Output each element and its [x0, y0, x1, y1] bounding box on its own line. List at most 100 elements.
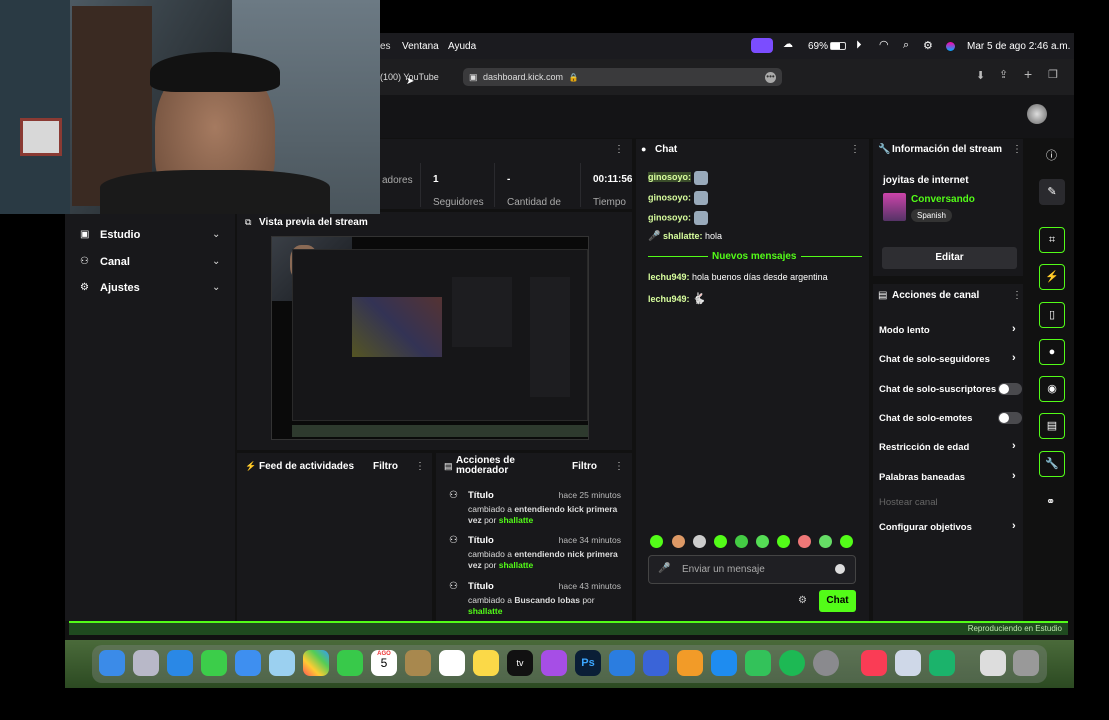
- slow-mode-item[interactable]: Modo lento: [879, 325, 930, 336]
- safari-icon[interactable]: [167, 650, 193, 676]
- preview-app-icon[interactable]: [895, 650, 921, 676]
- kebab-menu-icon[interactable]: ⋮: [415, 461, 425, 472]
- goals-item[interactable]: Configurar objetivos: [879, 522, 972, 533]
- wifi-icon[interactable]: ◠: [879, 38, 889, 51]
- kebab-menu-icon[interactable]: ⋮: [1012, 144, 1022, 155]
- banned-words-item[interactable]: Palabras baneadas: [879, 472, 965, 483]
- chat-input[interactable]: Enviar un mensaje: [682, 564, 765, 575]
- search-icon[interactable]: ⌕: [903, 39, 909, 52]
- menu-item-window[interactable]: Ventana: [402, 41, 439, 52]
- emote-icon[interactable]: [777, 535, 790, 548]
- chevron-right-icon[interactable]: ›: [1012, 440, 1016, 452]
- kebab-menu-icon[interactable]: ⋮: [614, 461, 624, 472]
- moderator-filter-button[interactable]: Filtro: [572, 461, 597, 472]
- stream-category[interactable]: Conversando: [911, 194, 975, 205]
- reminders-icon[interactable]: [439, 650, 465, 676]
- sidebar-item-ajustes[interactable]: Ajustes: [100, 282, 140, 294]
- sidebar-item-canal[interactable]: Canal: [100, 256, 130, 268]
- chevron-down-icon[interactable]: ⌄: [212, 282, 220, 293]
- address-bar[interactable]: ▣ dashboard.kick.com 🔒 •••: [463, 68, 782, 86]
- launchpad-icon[interactable]: [133, 650, 159, 676]
- broadcast-icon[interactable]: ◉: [1039, 376, 1065, 402]
- sidebar-item-estudio[interactable]: Estudio: [100, 229, 140, 241]
- emote-icon[interactable]: [693, 535, 706, 548]
- creative-cloud-icon[interactable]: ☁: [783, 39, 793, 50]
- contacts-icon[interactable]: [405, 650, 431, 676]
- emote-icon[interactable]: [819, 535, 832, 548]
- menu-item-view[interactable]: es: [380, 41, 391, 52]
- chevron-right-icon[interactable]: ›: [1012, 470, 1016, 482]
- avatar[interactable]: [1027, 104, 1047, 124]
- activity-filter-button[interactable]: Filtro: [373, 461, 398, 472]
- emote-icon[interactable]: [798, 535, 811, 548]
- chevron-right-icon[interactable]: ›: [1012, 323, 1016, 335]
- download-icon[interactable]: ⬇: [976, 69, 985, 82]
- clock[interactable]: Mar 5 de ago 2:46 a.m.: [967, 41, 1070, 52]
- emote-icon[interactable]: [735, 535, 748, 548]
- emoji-icon[interactable]: [835, 564, 845, 574]
- panel-icon[interactable]: ▤: [1039, 413, 1065, 439]
- connections-icon[interactable]: ⚭: [1046, 495, 1055, 508]
- chevron-right-icon[interactable]: ›: [1012, 352, 1016, 364]
- lightning-icon[interactable]: ⚡: [1039, 264, 1065, 290]
- obs-icon[interactable]: [929, 650, 955, 676]
- finder-icon[interactable]: [99, 650, 125, 676]
- testflight-icon[interactable]: [643, 650, 669, 676]
- downloads-folder-icon[interactable]: [980, 650, 1006, 676]
- emote-icon[interactable]: [714, 535, 727, 548]
- share-icon[interactable]: ⇪: [999, 68, 1008, 81]
- wrench-icon[interactable]: 🔧: [1039, 451, 1065, 477]
- maps-icon[interactable]: [269, 650, 295, 676]
- tab-overview-icon[interactable]: ❐: [1048, 68, 1058, 81]
- document-icon[interactable]: ▯: [1039, 302, 1065, 328]
- numbers-icon[interactable]: [745, 650, 771, 676]
- mail-icon[interactable]: [235, 650, 261, 676]
- podcasts-icon[interactable]: [541, 650, 567, 676]
- photos-icon[interactable]: [303, 650, 329, 676]
- pencil-icon[interactable]: ✎: [1039, 179, 1065, 205]
- emote-icon[interactable]: [756, 535, 769, 548]
- edit-button[interactable]: Editar: [882, 247, 1017, 269]
- subscribers-only-toggle[interactable]: [998, 383, 1022, 395]
- notes-icon[interactable]: [473, 650, 499, 676]
- chevron-right-icon[interactable]: ›: [1012, 520, 1016, 532]
- emote-icon[interactable]: [650, 535, 663, 548]
- chevron-down-icon[interactable]: ⌄: [212, 256, 220, 267]
- info-icon[interactable]: ⓘ: [1046, 147, 1057, 163]
- calendar-icon[interactable]: AGO 5: [371, 650, 397, 676]
- stream-preview-video[interactable]: [271, 236, 589, 440]
- followers-only-item[interactable]: Chat de solo-seguidores: [879, 354, 990, 365]
- siri-icon[interactable]: [946, 42, 955, 51]
- play-icon[interactable]: ⏵: [856, 39, 862, 52]
- battery-icon[interactable]: [830, 42, 846, 50]
- settings-icon[interactable]: ⚙: [798, 595, 807, 606]
- kebab-menu-icon[interactable]: ⋮: [850, 144, 860, 155]
- trash-icon[interactable]: [1013, 650, 1039, 676]
- screen-share-icon[interactable]: [751, 38, 773, 53]
- facetime-icon[interactable]: [337, 650, 363, 676]
- page-menu-icon[interactable]: •••: [765, 72, 776, 83]
- photoshop-icon[interactable]: Ps: [575, 650, 601, 676]
- messages-icon[interactable]: [201, 650, 227, 676]
- music-icon[interactable]: [861, 650, 887, 676]
- system-settings-icon[interactable]: [813, 650, 839, 676]
- keynote-icon[interactable]: [609, 650, 635, 676]
- chat-input-box[interactable]: 🎤 Enviar un mensaje: [648, 555, 856, 584]
- kebab-menu-icon[interactable]: ⋮: [614, 144, 624, 155]
- control-center-icon[interactable]: ⚙: [923, 39, 933, 52]
- app-store-icon[interactable]: [711, 650, 737, 676]
- new-tab-icon[interactable]: +: [1024, 66, 1032, 82]
- apple-tv-icon[interactable]: tv: [507, 650, 533, 676]
- emote-icon[interactable]: [672, 535, 685, 548]
- crop-icon[interactable]: ⌗: [1039, 227, 1065, 253]
- kebab-menu-icon[interactable]: ⋮: [1012, 290, 1022, 301]
- chat-icon[interactable]: ●: [1039, 339, 1065, 365]
- age-restriction-item[interactable]: Restricción de edad: [879, 442, 969, 453]
- chevron-down-icon[interactable]: ⌄: [212, 229, 220, 240]
- pages-icon[interactable]: [677, 650, 703, 676]
- emotes-only-toggle[interactable]: [998, 412, 1022, 424]
- menu-item-help[interactable]: Ayuda: [448, 41, 476, 52]
- emote-icon[interactable]: [840, 535, 853, 548]
- spotify-icon[interactable]: [779, 650, 805, 676]
- send-chat-button[interactable]: Chat: [819, 590, 856, 612]
